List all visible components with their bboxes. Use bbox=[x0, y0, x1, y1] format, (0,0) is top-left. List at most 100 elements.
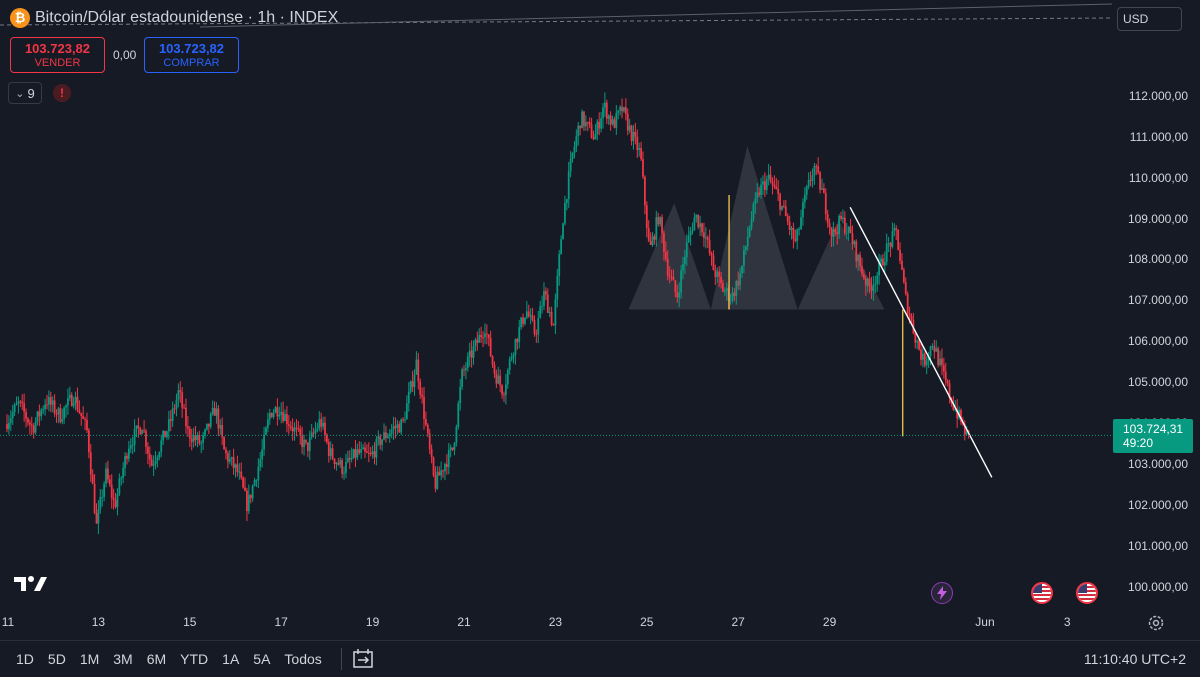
candle-body bbox=[423, 396, 425, 420]
candle-body bbox=[741, 265, 743, 274]
y-tick-label: 108.000,00 bbox=[1127, 252, 1188, 267]
candle-body bbox=[320, 419, 323, 427]
us-flag-event-icon[interactable] bbox=[1076, 582, 1098, 604]
candle-body bbox=[202, 435, 205, 443]
candle-body bbox=[548, 312, 551, 314]
candle-body bbox=[817, 166, 820, 173]
candle-body bbox=[86, 419, 88, 431]
candle-body bbox=[240, 471, 243, 478]
range-ytd-button[interactable]: YTD bbox=[173, 651, 215, 667]
candle-body bbox=[379, 436, 382, 445]
range-5d-button[interactable]: 5D bbox=[41, 651, 73, 667]
candle-body bbox=[474, 339, 477, 347]
candle-body bbox=[375, 439, 378, 458]
candle-body bbox=[857, 254, 860, 262]
candle-body bbox=[908, 313, 911, 316]
x-tick-label: 17 bbox=[274, 615, 288, 629]
indicators-toggle[interactable]: ⌄ 9 bbox=[8, 82, 42, 104]
buy-label: COMPRAR bbox=[163, 57, 220, 69]
range-5a-button[interactable]: 5A bbox=[246, 651, 277, 667]
candle-body bbox=[228, 458, 231, 462]
candle-body bbox=[564, 203, 566, 224]
symbol-title[interactable]: Bitcoin/Dólar estadounidense · 1h · INDE… bbox=[35, 9, 338, 27]
candle-body bbox=[72, 403, 75, 406]
tradingview-logo-icon[interactable] bbox=[12, 574, 48, 594]
x-tick-label: 19 bbox=[365, 615, 380, 629]
candle-body bbox=[664, 251, 667, 259]
candle-body bbox=[442, 470, 444, 472]
sell-button[interactable]: 103.723,82 VENDER bbox=[10, 37, 105, 73]
candle-body bbox=[946, 380, 949, 384]
candle-body bbox=[663, 233, 665, 252]
candle-body bbox=[225, 449, 227, 454]
candle-body bbox=[487, 334, 490, 339]
chart-root: ₿ Bitcoin/Dólar estadounidense · 1h · IN… bbox=[0, 0, 1200, 677]
range-all-button[interactable]: Todos bbox=[277, 651, 328, 667]
range-3m-button[interactable]: 3M bbox=[106, 651, 139, 667]
candle-body bbox=[286, 414, 288, 425]
buy-button[interactable]: 103.723,82 COMPRAR bbox=[144, 37, 239, 73]
range-6m-button[interactable]: 6M bbox=[140, 651, 173, 667]
candle-body bbox=[882, 258, 884, 266]
candle-body bbox=[263, 434, 265, 450]
candle-body bbox=[598, 121, 601, 129]
candle-body bbox=[282, 412, 285, 422]
candle-body bbox=[689, 231, 692, 236]
candle-body bbox=[843, 217, 846, 233]
candle-body bbox=[651, 236, 654, 246]
x-tick-label: 25 bbox=[640, 615, 654, 629]
candle-body bbox=[200, 442, 203, 444]
us-flag-event-icon[interactable] bbox=[1031, 582, 1053, 604]
candle-body bbox=[922, 353, 924, 360]
candle-body bbox=[579, 125, 582, 129]
x-tick-label: 15 bbox=[183, 615, 197, 629]
candle-body bbox=[352, 449, 355, 458]
candle-body bbox=[426, 424, 429, 434]
candle-body bbox=[398, 424, 401, 433]
candle-body bbox=[503, 394, 505, 396]
candle-body bbox=[838, 215, 841, 235]
currency-select[interactable]: USD bbox=[1117, 7, 1182, 31]
candle-body bbox=[318, 419, 321, 429]
symbol-header[interactable]: ₿ Bitcoin/Dólar estadounidense · 1h · IN… bbox=[0, 0, 338, 36]
candle-body bbox=[74, 396, 77, 404]
settings-gear-icon[interactable] bbox=[1147, 614, 1165, 632]
candle-body bbox=[316, 428, 319, 430]
candle-body bbox=[657, 217, 660, 225]
range-1a-button[interactable]: 1A bbox=[215, 651, 246, 667]
candle-body bbox=[451, 447, 454, 450]
candle-body bbox=[47, 397, 50, 405]
candle-body bbox=[259, 459, 262, 467]
candle-body bbox=[670, 276, 673, 278]
warning-icon[interactable]: ! bbox=[53, 84, 71, 102]
candle-body bbox=[261, 449, 264, 460]
candle-body bbox=[188, 428, 191, 439]
candle-body bbox=[215, 408, 218, 416]
candle-body bbox=[942, 365, 945, 372]
candle-body bbox=[59, 408, 62, 422]
flash-event-icon[interactable] bbox=[931, 582, 953, 604]
candle-body bbox=[872, 284, 875, 291]
candle-body bbox=[345, 461, 347, 473]
price-chart[interactable] bbox=[0, 0, 1200, 677]
candle-body bbox=[583, 111, 585, 127]
x-tick-label: 23 bbox=[548, 615, 563, 629]
candle-body bbox=[790, 227, 793, 230]
y-tick-label: 102.000,00 bbox=[1127, 497, 1188, 512]
candle-body bbox=[303, 439, 305, 448]
range-1m-button[interactable]: 1M bbox=[73, 651, 106, 667]
candle-body bbox=[571, 152, 574, 159]
candle-body bbox=[53, 400, 56, 414]
candle-body bbox=[78, 409, 81, 413]
candle-body bbox=[691, 230, 694, 232]
x-tick-label: 21 bbox=[457, 615, 471, 629]
utc-clock[interactable]: 11:10:40 UTC+2 bbox=[1084, 651, 1186, 667]
indicators-count: 9 bbox=[27, 85, 35, 101]
candle-body bbox=[97, 509, 100, 524]
candle-body bbox=[166, 431, 168, 438]
candle-body bbox=[904, 281, 907, 294]
range-1d-button[interactable]: 1D bbox=[0, 651, 41, 667]
candle-body bbox=[552, 324, 555, 326]
candle-body bbox=[354, 449, 357, 458]
date-range-icon[interactable] bbox=[352, 648, 376, 670]
